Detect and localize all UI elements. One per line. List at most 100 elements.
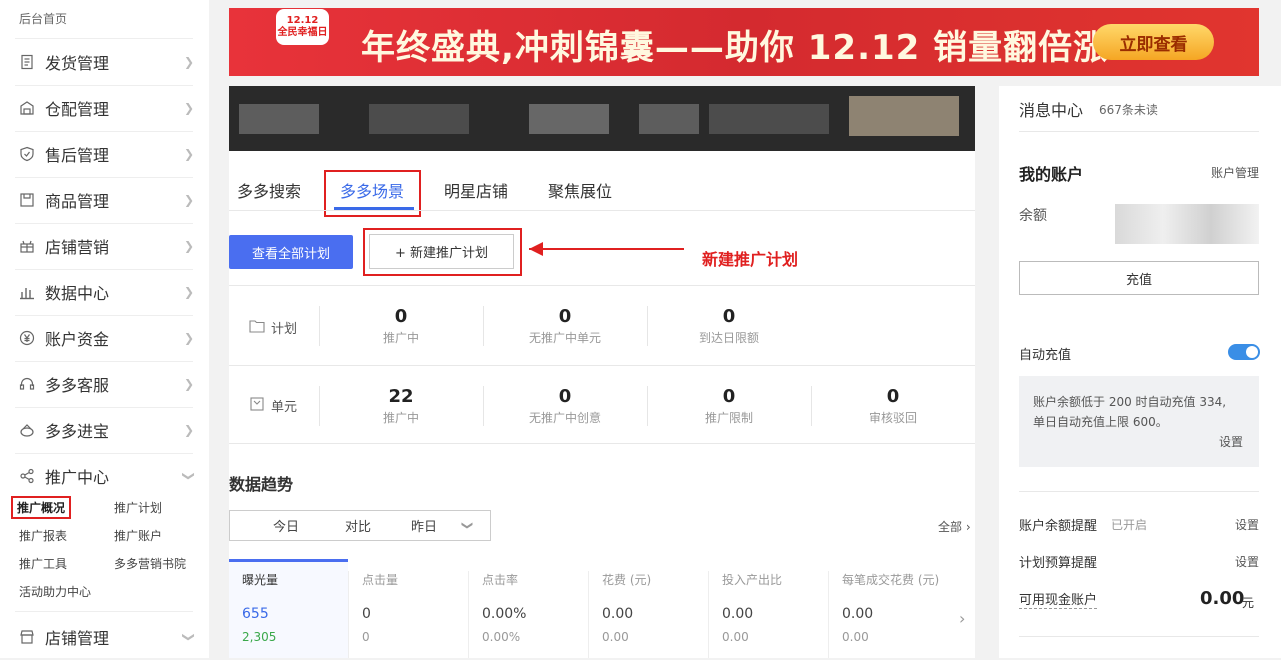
sidebar-item-funds[interactable]: 账户资金 ❯ [0,315,209,361]
sidebar-item-store[interactable]: 店铺管理 ❯ [0,614,209,660]
metric-roi[interactable]: 投入产出比 0.00 0.00 [722,571,840,644]
gift-icon [19,238,35,254]
sidebar-item-marketing[interactable]: 店铺营销 ❯ [0,223,209,269]
metric-value: 655 [242,606,269,622]
divider [1019,131,1259,132]
sidebar-item-warehouse[interactable]: 仓配管理 ❯ [0,85,209,131]
blur-block [639,104,699,134]
sub-item-promo-account[interactable]: 推广账户 [114,527,162,544]
sub-item-promo-tools[interactable]: 推广工具 [19,555,67,572]
divider [588,571,589,658]
divider [1019,636,1259,637]
sidebar-item-label: 推广中心 [45,468,110,487]
chevron-right-icon: ❯ [184,331,195,345]
blur-block [849,96,959,136]
sidebar-item-products[interactable]: 商品管理 ❯ [0,177,209,223]
metric-value: 0.00% [482,606,527,622]
metric-spend[interactable]: 花费 (元) 0.00 0.00 [602,571,720,644]
metric-prev: 0 [362,630,370,644]
unread-count[interactable]: 667条未读 [1099,101,1158,118]
sub-item-promo-report[interactable]: 推广报表 [19,527,67,544]
stat-plan-limit[interactable]: 0 到达日限额 [654,306,804,346]
view-all-plans-button[interactable]: 查看全部计划 [229,235,353,269]
auto-recharge-setting-link[interactable]: 设置 [1219,432,1243,452]
unit-icon [249,396,265,415]
cash-account-label[interactable]: 可用现金账户 [1019,589,1098,609]
chevron-right-icon[interactable]: › [959,609,965,628]
chevron-down-icon: ❯ [182,632,196,643]
sidebar-item-promotion[interactable]: 推广中心 ❯ [0,453,209,499]
banner-view-button[interactable]: 立即查看 [1093,24,1214,60]
sidebar-item-data[interactable]: 数据中心 ❯ [0,269,209,315]
stat-plan-no-unit[interactable]: 0 无推广中单元 [490,306,640,346]
right-panel: 消息中心 667条未读 我的账户 账户管理 余额 充值 自动充值 账户余额低于 … [999,86,1281,658]
divider [811,386,812,426]
budget-alert-setting-link[interactable]: 设置 [1235,553,1259,570]
promo-banner[interactable]: 12.12 全民幸福日 年终盛典,冲刺锦囊——助你 12.12 销量翻倍涨! 立… [229,8,1259,76]
stat-unit-restricted[interactable]: 0 推广限制 [654,386,804,426]
blur-block [239,104,319,134]
sidebar-item-jinbao[interactable]: 多多进宝 ❯ [0,407,209,453]
metric-clicks[interactable]: 点击量 0 0 [362,571,480,644]
sub-item-promo-plan[interactable]: 推广计划 [114,499,162,516]
chevron-right-icon: ❯ [184,55,195,69]
metric-ctr[interactable]: 点击率 0.00% 0.00% [482,571,600,644]
sidebar-item-label: 店铺营销 [45,238,110,257]
sidebar: 后台首页 发货管理 ❯ 仓配管理 ❯ 售后管理 ❯ 商品管理 ❯ 店铺营销 ❯ … [0,0,209,658]
tab-focus[interactable]: 聚焦展位 [548,178,612,202]
plan-label-text: 计划 [271,322,298,337]
blurred-balance [1115,204,1259,244]
folder-icon [249,319,265,337]
bar-chart-icon [19,284,35,300]
blur-block [369,104,469,134]
metric-name: 每笔成交花费 (元) [842,573,940,587]
stat-plan-active[interactable]: 0 推广中 [326,306,476,346]
unit-label-text: 单元 [271,400,298,415]
stat-unit-active[interactable]: 22 推广中 [326,386,476,426]
chevron-right-icon: ❯ [184,377,195,391]
annotation-label: 新建推广计划 [702,250,799,269]
tab-star-store[interactable]: 明星店铺 [444,178,508,202]
metric-impressions[interactable]: 曝光量 655 2,305 [242,571,360,644]
metric-prev: 0.00 [722,630,749,644]
blurred-image [229,86,975,151]
stat-unit-rejected[interactable]: 0 审核驳回 [818,386,968,426]
divider [828,571,829,658]
sub-item-marketing-academy[interactable]: 多多营销书院 [114,555,186,572]
account-manage-link[interactable]: 账户管理 [1211,164,1259,181]
sidebar-item-label: 店铺管理 [45,629,110,648]
sub-item-promo-overview[interactable]: 推广概况 [11,496,72,519]
banner-logo-line2: 全民幸福日 [277,27,328,38]
sub-item-activity-center[interactable]: 活动助力中心 [19,583,91,600]
recharge-button[interactable]: 充值 [1019,261,1259,295]
auto-recharge-label: 自动充值 [1019,348,1072,363]
divider [708,571,709,658]
warehouse-icon [19,100,35,116]
tab-search[interactable]: 多多搜索 [237,178,301,202]
auto-recharge-toggle[interactable] [1228,344,1260,360]
chevron-down-icon[interactable]: ❯ [461,521,474,530]
all-link[interactable]: 全部 › [938,518,971,535]
chevron-right-icon: ❯ [184,193,195,207]
stat-value: 22 [388,386,414,407]
product-icon [19,192,35,208]
seg-today[interactable]: 今日 [273,516,299,535]
unit-stats-label: 单元 [249,396,297,415]
balance-alert-setting-link[interactable]: 设置 [1235,516,1259,533]
date-range-selector[interactable]: 今日 对比 昨日 ❯ [229,510,491,541]
seg-yesterday[interactable]: 昨日 [411,516,437,535]
metric-name: 花费 (元) [602,573,652,587]
treasure-icon [19,422,35,438]
divider [319,386,320,426]
metric-cost-per-order[interactable]: 每笔成交花费 (元) 0.00 0.00 [842,571,960,644]
sidebar-home-link[interactable]: 后台首页 [19,10,67,27]
message-center-title[interactable]: 消息中心 [1019,97,1083,121]
banner-headline: 年终盛典,冲刺锦囊——助你 12.12 销量翻倍涨! [361,28,1125,68]
stat-caption: 推广中 [382,331,419,345]
stat-unit-no-creative[interactable]: 0 无推广中创意 [490,386,640,426]
sidebar-item-shipping[interactable]: 发货管理 ❯ [0,39,209,85]
main-panel: 多多搜索 多多场景 明星店铺 聚焦展位 查看全部计划 + 新建推广计划 新建推广… [229,151,975,658]
headset-icon [19,376,35,392]
sidebar-item-aftersale[interactable]: 售后管理 ❯ [0,131,209,177]
sidebar-item-service[interactable]: 多多客服 ❯ [0,361,209,407]
